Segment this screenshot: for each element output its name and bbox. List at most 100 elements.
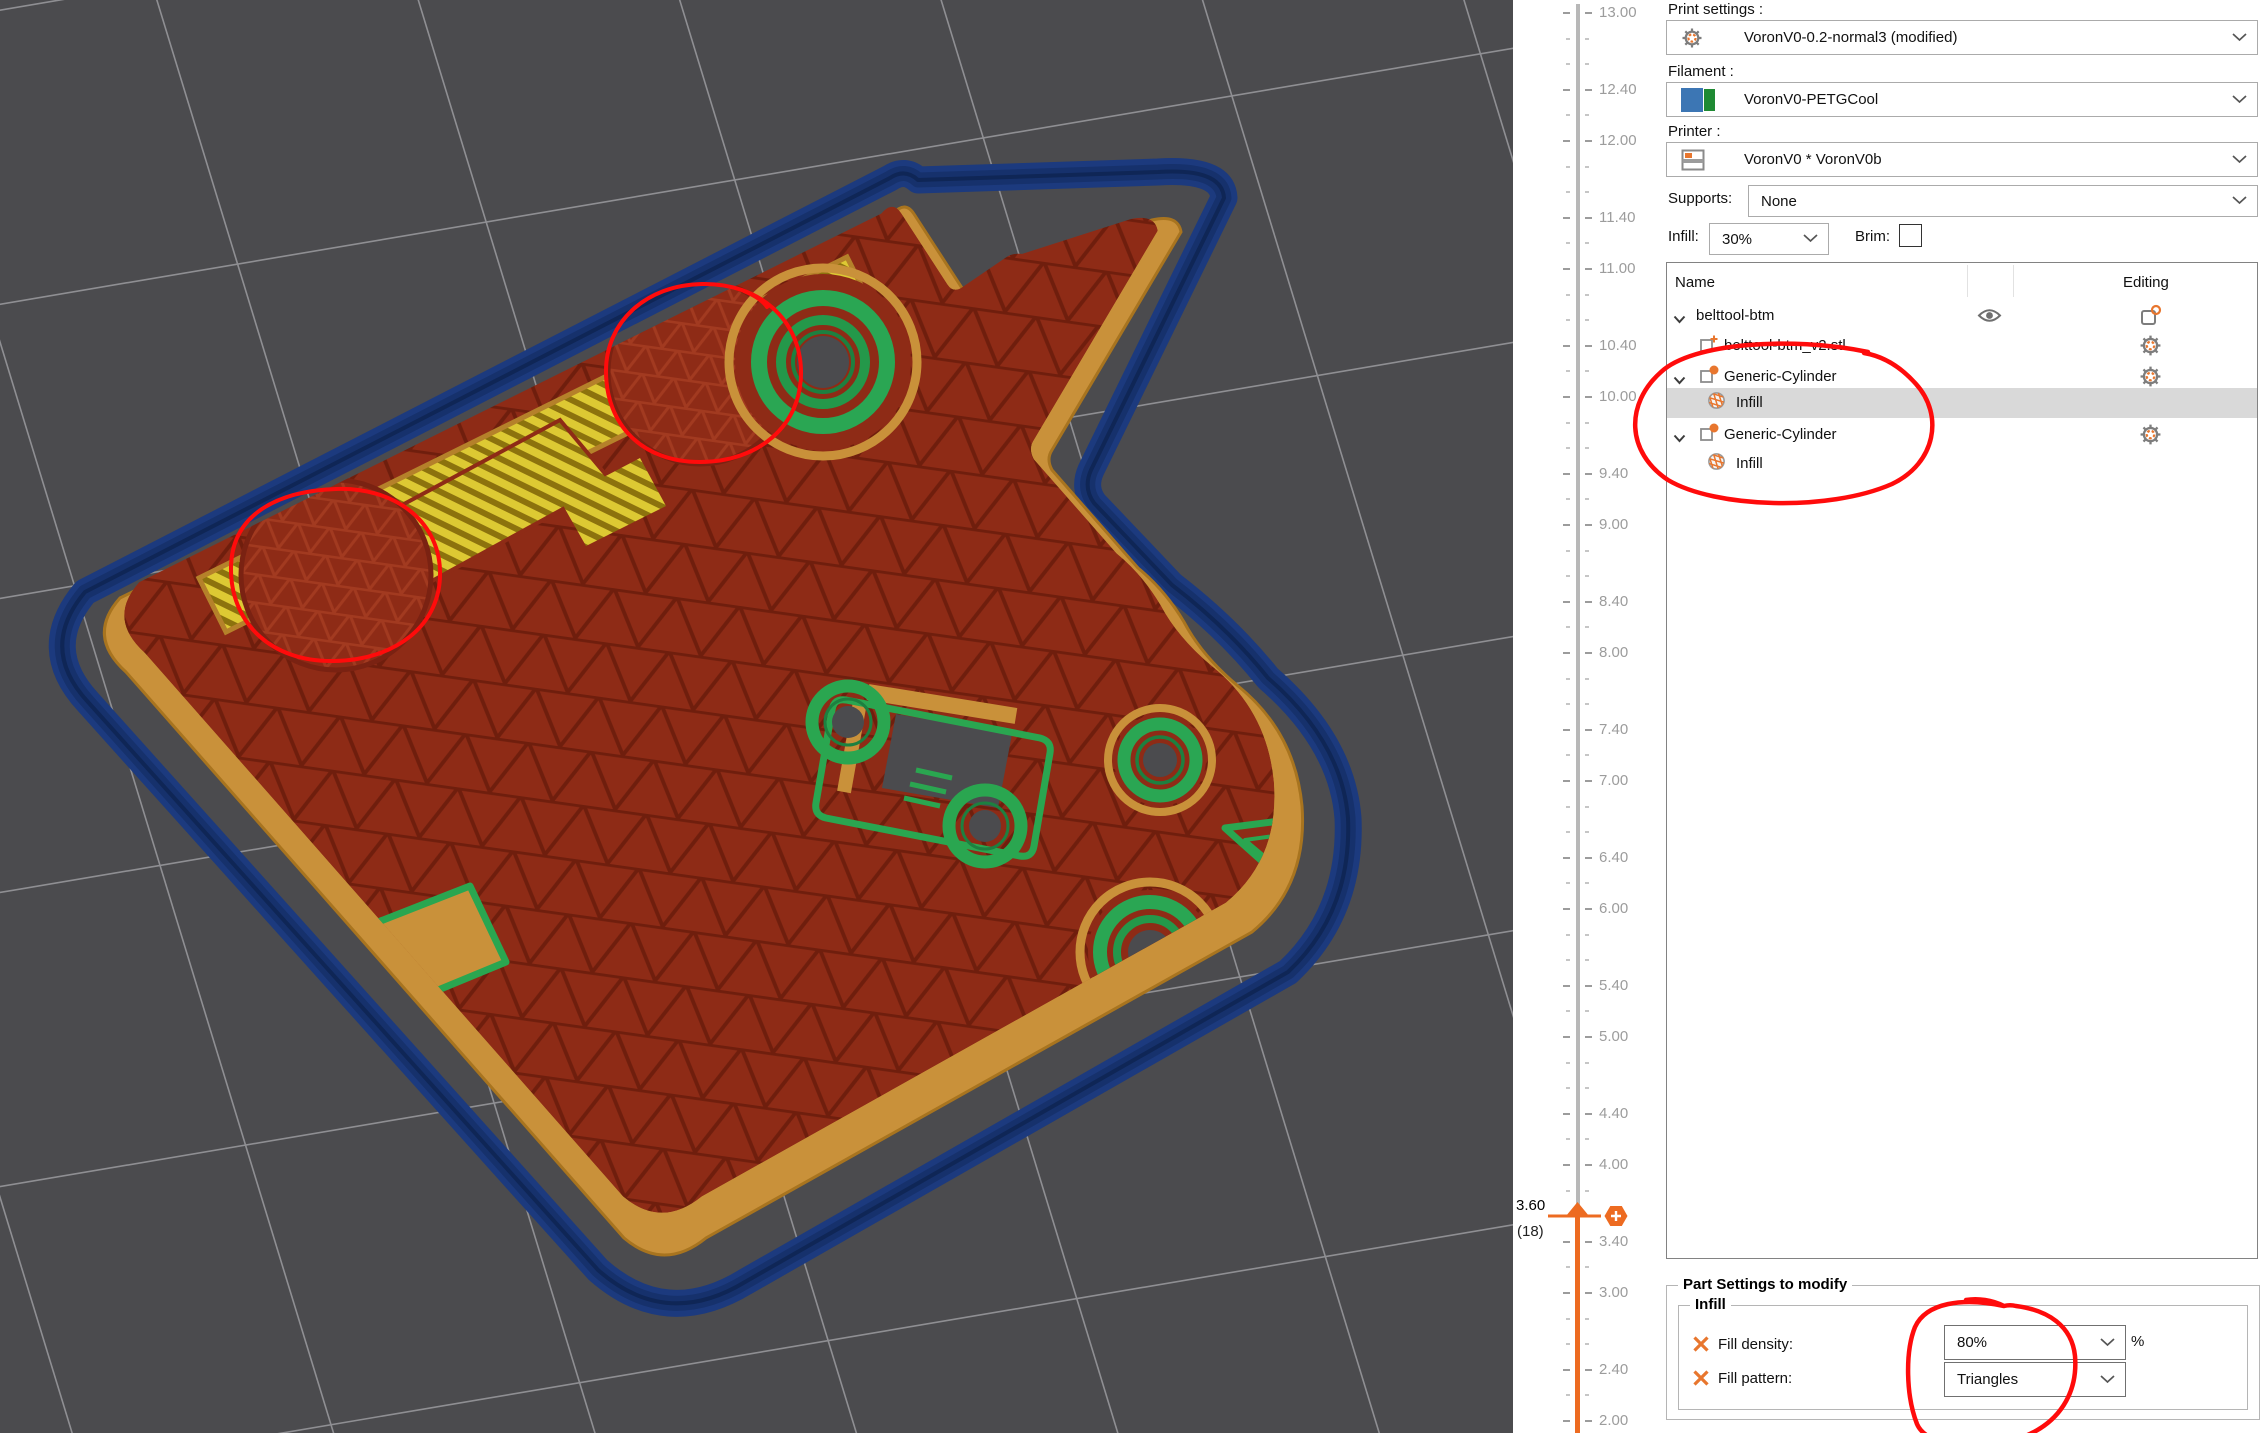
cylinder-icon <box>1698 422 1720 449</box>
filament-color-icon <box>1681 88 1717 112</box>
layer-tick <box>1585 217 1592 219</box>
add-layer-marker-badge[interactable] <box>1605 1206 1628 1226</box>
fill-pattern-value: Triangles <box>1957 1371 2018 1388</box>
layer-tick <box>1566 703 1570 705</box>
infill-subgroup-title: Infill <box>1690 1296 1731 1313</box>
fill-pattern-label: Fill pattern: <box>1718 1370 1792 1387</box>
chevron-down-icon <box>2232 151 2247 169</box>
supports-combobox[interactable]: None <box>1748 185 2258 217</box>
layer-tick <box>1585 114 1589 116</box>
tree-row-label: belttool-btm_v2.stl <box>1724 337 1846 354</box>
remove-setting-icon[interactable] <box>1692 1335 1710 1358</box>
fill-pattern-combobox[interactable]: Triangles <box>1944 1362 2126 1397</box>
fill-density-suffix: % <box>2131 1333 2144 1350</box>
tree-row-generic-cylinder[interactable]: Generic-Cylinder <box>1667 420 2257 450</box>
printer-combobox[interactable]: VoronV0 * VoronV0b <box>1666 142 2258 177</box>
layer-tick <box>1585 857 1592 859</box>
layer-tick <box>1566 319 1570 321</box>
expander-chevron-icon[interactable] <box>1673 430 1686 448</box>
layer-tick <box>1585 985 1592 987</box>
layer-tick <box>1585 1420 1592 1422</box>
printer-label: Printer : <box>1668 123 1721 140</box>
gear-icon[interactable] <box>2139 423 2162 451</box>
brim-checkbox[interactable] <box>1899 224 1922 247</box>
layer-tick <box>1585 524 1592 526</box>
filament-combobox[interactable]: VoronV0-PETGCool <box>1666 82 2258 117</box>
chevron-down-icon <box>1803 230 1818 248</box>
layer-tick <box>1585 1241 1592 1243</box>
layer-tick <box>1563 140 1570 142</box>
layer-tick <box>1563 601 1570 603</box>
eye-icon[interactable] <box>1977 307 2002 329</box>
infill-combobox[interactable]: 30% <box>1709 223 1829 255</box>
cylinder-icon <box>1698 364 1720 391</box>
layer-tick <box>1566 754 1570 756</box>
layer-tick <box>1585 191 1589 193</box>
layer-tick <box>1563 652 1570 654</box>
layer-tick <box>1585 934 1589 936</box>
tree-row-infill[interactable]: Infill <box>1667 449 2257 479</box>
layer-tick <box>1585 12 1592 14</box>
layer-tick-label: 9.40 <box>1599 465 1628 482</box>
layer-tick <box>1585 1164 1592 1166</box>
layer-slider[interactable]: 2.002.403.003.404.004.405.005.406.006.40… <box>1513 0 1666 1433</box>
layer-tick <box>1563 345 1570 347</box>
fill-density-value: 80% <box>1957 1334 1987 1351</box>
layer-tick <box>1585 396 1592 398</box>
tree-row-label: Infill <box>1736 455 1763 472</box>
layer-tick <box>1585 345 1592 347</box>
fill-density-label: Fill density: <box>1718 1336 1793 1353</box>
layer-tick <box>1566 242 1570 244</box>
infill-value: 30% <box>1722 231 1752 248</box>
expander-chevron-icon[interactable] <box>1673 311 1686 329</box>
layer-tick <box>1566 626 1570 628</box>
stl-icon <box>1698 333 1720 360</box>
layer-tick <box>1585 422 1589 424</box>
layer-tick <box>1585 268 1592 270</box>
fill-density-combobox[interactable]: 80% <box>1944 1325 2126 1360</box>
filament-value: VoronV0-PETGCool <box>1744 91 1878 108</box>
layer-tick-label: 3.00 <box>1599 1284 1628 1301</box>
brim-label: Brim: <box>1855 228 1890 245</box>
layer-slider-handle[interactable] <box>1538 1196 1648 1236</box>
layer-tick <box>1585 678 1589 680</box>
layer-tick <box>1563 1036 1570 1038</box>
print-settings-combobox[interactable]: VoronV0-0.2-normal3 (modified) <box>1666 20 2258 55</box>
layer-tick <box>1563 908 1570 910</box>
screw-boss-right-upper <box>1108 708 1212 812</box>
gear-icon[interactable] <box>2139 334 2162 362</box>
object-tree[interactable]: Name Editing belttool-btmbelttool-btm_v2… <box>1666 262 2258 1259</box>
layer-tick <box>1566 1062 1570 1064</box>
layer-tick <box>1566 447 1570 449</box>
remove-setting-icon[interactable] <box>1692 1369 1710 1392</box>
layer-tick <box>1585 38 1589 40</box>
layer-tick <box>1563 1241 1570 1243</box>
layer-tick <box>1585 1343 1589 1345</box>
layer-tick <box>1585 1394 1589 1396</box>
layer-tick <box>1585 1113 1592 1115</box>
layer-tick <box>1566 166 1570 168</box>
layer-tick <box>1585 908 1592 910</box>
layer-tick <box>1585 1190 1589 1192</box>
layer-tick <box>1563 12 1570 14</box>
layer-tick <box>1585 1138 1589 1140</box>
layer-tick <box>1585 447 1589 449</box>
layer-tick <box>1566 370 1570 372</box>
layer-tick-label: 12.40 <box>1599 81 1637 98</box>
layer-tick <box>1566 294 1570 296</box>
tree-row-infill[interactable]: Infill <box>1667 388 2257 418</box>
layer-tick <box>1585 89 1592 91</box>
layer-tick <box>1585 1010 1589 1012</box>
chevron-down-icon <box>2232 91 2247 109</box>
tree-row-belttool-btm[interactable]: belttool-btm <box>1667 301 2257 331</box>
layer-tick <box>1563 780 1570 782</box>
layer-tick <box>1585 550 1589 552</box>
layer-tick <box>1566 114 1570 116</box>
supports-value: None <box>1761 193 1797 210</box>
tree-row-belttool-btm-v2-stl[interactable]: belttool-btm_v2.stl <box>1667 331 2257 361</box>
viewport-3d[interactable] <box>0 0 1513 1433</box>
supports-label: Supports: <box>1668 190 1732 207</box>
layer-tick <box>1563 268 1570 270</box>
object-settings-icon[interactable] <box>2139 304 2162 332</box>
layer-tick <box>1566 1138 1570 1140</box>
